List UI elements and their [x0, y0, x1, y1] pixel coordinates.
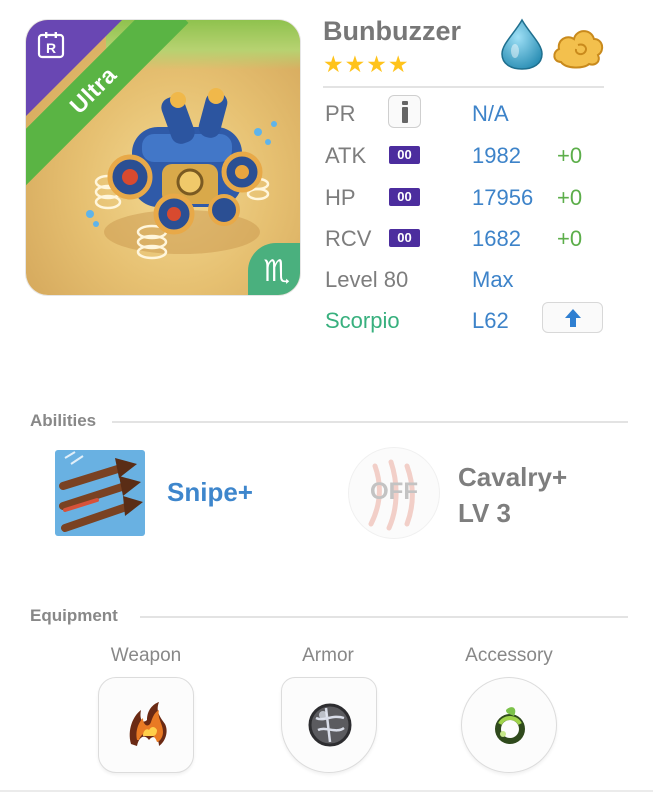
- info-button[interactable]: [388, 95, 421, 128]
- leaf-ring-icon: [495, 707, 525, 744]
- ability-cavalry-toggle[interactable]: OFF: [349, 448, 439, 538]
- header-divider: [323, 86, 604, 88]
- pr-label: PR: [325, 101, 356, 126]
- armor-slot[interactable]: [281, 677, 377, 773]
- cloud-icon: [553, 30, 604, 69]
- water-drop-icon: [501, 18, 543, 70]
- hp-label: HP: [325, 185, 356, 210]
- accessory-label: Accessory: [465, 645, 553, 666]
- ability-cavalry-level: LV 3: [458, 498, 511, 528]
- scorpio-icon: ♏: [263, 254, 290, 289]
- equipment-heading: Equipment: [30, 606, 118, 625]
- hp-bonus: +0: [557, 185, 583, 210]
- monster-name: Bunbuzzer: [323, 16, 461, 46]
- rcv-bonus: +0: [557, 226, 583, 251]
- info-icon-dot: [402, 101, 408, 105]
- ability-snipe-name[interactable]: Snipe+: [167, 477, 253, 508]
- rcv-label: RCV: [325, 226, 372, 251]
- pr-value: N/A: [472, 101, 509, 126]
- monster-portrait[interactable]: Ultra R ♏: [26, 20, 300, 295]
- atk-label: ATK: [325, 143, 367, 168]
- rank-badge-icon: R: [37, 32, 65, 59]
- abilities-heading: Abilities: [30, 411, 97, 430]
- star-rating: ★★★★: [323, 51, 410, 77]
- bottom-divider: [0, 790, 653, 792]
- rank-badge-letter: R: [46, 40, 56, 56]
- zodiac-level: L62: [472, 308, 509, 333]
- zodiac-label: Scorpio: [325, 308, 400, 333]
- triple-arrow-icon[interactable]: [55, 450, 145, 536]
- rcv-plus-badge: 00: [389, 229, 420, 247]
- zodiac-upgrade-button[interactable]: [542, 302, 603, 333]
- rcv-value: 1682: [472, 226, 521, 251]
- zodiac-corner: ♏: [248, 243, 300, 295]
- accessory-slot[interactable]: [461, 677, 557, 773]
- atk-plus-badge: 00: [389, 146, 420, 164]
- flame-claw-icon: [129, 702, 167, 746]
- weapon-label: Weapon: [110, 645, 182, 666]
- atk-value: 1982: [472, 143, 521, 168]
- abilities-rule: [112, 421, 628, 423]
- weapon-slot[interactable]: [98, 677, 194, 773]
- hp-value: 17956: [472, 185, 534, 210]
- ability-cavalry-name: Cavalry+: [458, 462, 568, 492]
- info-icon-bar: [402, 107, 408, 123]
- armor-label: Armor: [302, 645, 354, 666]
- equipment-rule: [140, 616, 628, 618]
- level-label: Level 80: [325, 267, 409, 292]
- atk-bonus: +0: [557, 143, 583, 168]
- level-value: Max: [472, 267, 514, 292]
- hp-plus-badge: 00: [389, 188, 420, 206]
- up-arrow-icon: [565, 309, 581, 327]
- ability-state-label: OFF: [370, 478, 418, 505]
- stone-orb-icon: [308, 703, 352, 747]
